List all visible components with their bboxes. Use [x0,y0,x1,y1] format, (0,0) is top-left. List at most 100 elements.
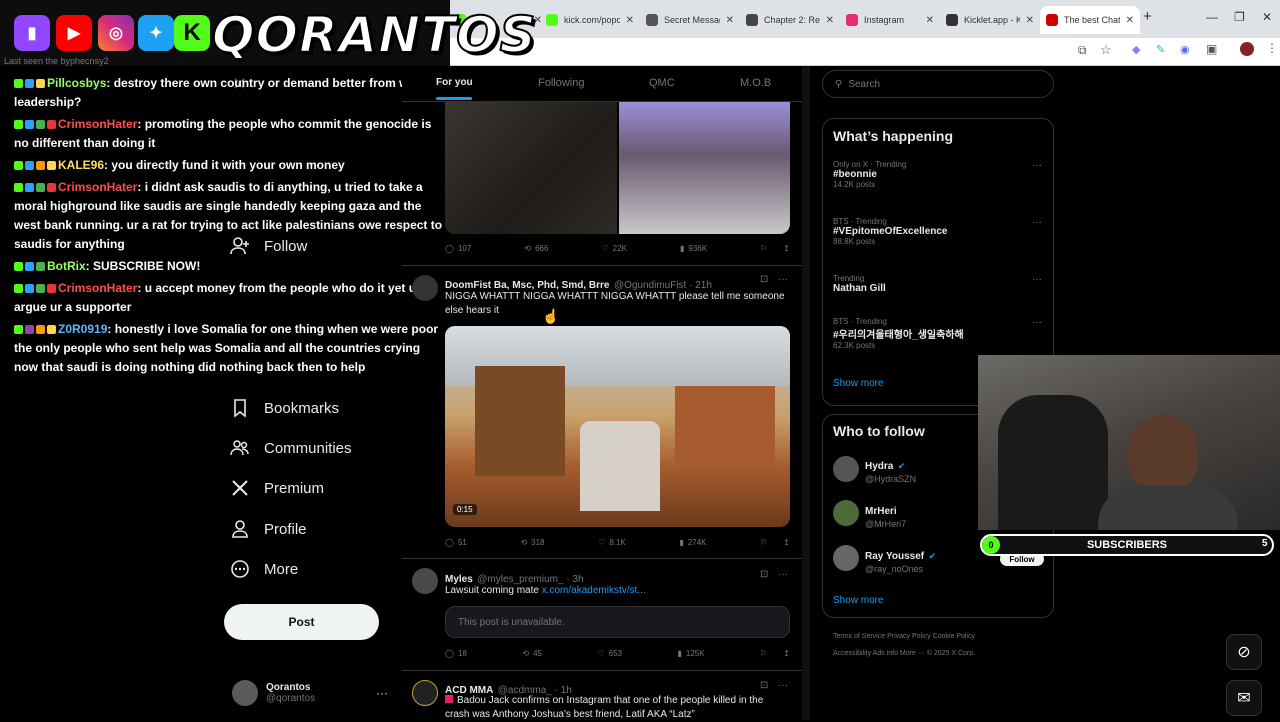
like-button[interactable]: ♡ 653 [597,649,622,658]
repost-button[interactable]: ⟲ 45 [522,649,542,658]
bookmark-button[interactable]: ⚐ ↥ [760,244,790,253]
post-button[interactable]: Post [224,604,379,640]
post-more-icon[interactable]: ··· [778,569,788,580]
post-image[interactable] [445,102,617,234]
browser-tab[interactable]: The best Chatt ✕ [1040,6,1140,34]
bookmark-button[interactable]: ⚐ ↥ [760,649,790,658]
show-more-link[interactable]: Show more [833,595,884,606]
trend-item[interactable]: Trending Nathan Gill [833,274,886,294]
nav-profile[interactable]: Profile [230,519,307,539]
tab-for-you[interactable]: For you [436,77,473,88]
nav-communities[interactable]: Communities [230,438,352,458]
avatar[interactable] [833,545,859,571]
avatar[interactable] [833,456,859,482]
views-button[interactable]: ▮ 936K [680,244,707,253]
avatar [232,680,258,706]
trend-more-icon[interactable]: ··· [1032,274,1042,285]
share-icon[interactable]: ↥ [783,538,790,547]
post-image[interactable] [619,102,790,234]
reply-button[interactable]: ◯ 51 [445,538,467,547]
extension-icon[interactable]: ◆ [1132,43,1140,56]
extension-icon[interactable]: ✎ [1156,43,1165,56]
views-button[interactable]: ▮ 125K [678,649,705,658]
tab-mob[interactable]: M.O.B [740,77,771,89]
messages-button[interactable]: ✉ [1226,680,1262,716]
post-text: NIGGA WHATTT NIGGA WHATTT NIGGA WHATTT p… [445,291,785,316]
menu-dots-icon[interactable]: ⋮ [1266,41,1278,55]
post-more-icon[interactable]: ··· [778,680,788,691]
account-more-icon[interactable]: ··· [376,686,388,700]
feed-scrollbar[interactable] [802,66,810,720]
tab-qmc[interactable]: QMC [649,77,675,89]
chat-message: Z0R0919: honestly i love Somalia for one… [14,322,439,374]
avatar[interactable] [412,275,438,301]
profile-avatar-icon[interactable] [1240,42,1254,56]
tab-favicon-icon [646,14,658,26]
footer-links[interactable]: Terms of Service Privacy Policy Cookie P… [833,633,975,640]
like-button[interactable]: ♡ 22K [602,244,627,253]
extensions-puzzle-icon[interactable]: ▣ [1206,42,1217,56]
grok-icon[interactable]: ⊡ [760,274,768,285]
avatar[interactable] [412,568,438,594]
nav-premium[interactable]: Premium [230,478,324,498]
reply-button[interactable]: ◯ 107 [445,244,471,253]
close-icon[interactable]: ✕ [626,15,634,26]
reply-button[interactable]: ◯ 18 [445,649,467,658]
share-icon[interactable]: ↥ [783,649,790,658]
browser-tab[interactable]: kick.com/popo ✕ [540,6,640,34]
avatar[interactable] [412,680,438,706]
heart-icon: ♡ [601,244,609,253]
close-window-icon[interactable]: ✕ [1262,10,1272,24]
bookmark-button[interactable]: ⚐ ↥ [760,538,790,547]
post-link[interactable]: x.com/akademikstv/st... [542,585,646,596]
browser-tab[interactable]: Secret Messag ✕ [640,6,740,34]
account-switcher[interactable]: Qorantos @qorantos [232,680,315,706]
repost-button[interactable]: ⟲ 666 [524,244,548,253]
browser-tab[interactable]: Kicklet.app - K ✕ [940,6,1040,34]
show-more-link[interactable]: Show more [833,378,884,389]
repost-button[interactable]: ⟲ 318 [520,538,544,547]
bookmark-icon: ⚐ [760,244,768,253]
close-icon[interactable]: ✕ [726,15,734,26]
trend-more-icon[interactable]: ··· [1032,217,1042,228]
instagram-icon: ◎ [98,15,134,51]
extension-icon[interactable]: ◉ [1180,43,1190,56]
nav-more[interactable]: More [230,559,298,579]
nav-bookmarks[interactable]: Bookmarks [230,398,339,418]
like-button[interactable]: ♡ 8.1K [598,538,626,547]
grok-icon[interactable]: ⊡ [760,569,768,580]
views-button[interactable]: ▮ 274K [679,538,706,547]
trend-item[interactable]: BTS · Trending #우리의겨울태형아_생일축하해 62.3K posts [833,317,964,350]
close-icon[interactable]: ✕ [1026,15,1034,26]
close-icon[interactable]: ✕ [1126,15,1134,26]
post-video[interactable]: 0:15 [445,326,790,527]
active-tab-indicator [436,97,472,100]
post-more-icon[interactable]: ··· [778,274,788,285]
close-icon[interactable]: ✕ [826,15,834,26]
install-icon[interactable]: ⧉ [1078,43,1087,58]
avatar[interactable] [833,500,859,526]
star-icon[interactable]: ☆ [1100,42,1112,58]
close-icon[interactable]: ✕ [926,15,934,26]
trend-more-icon[interactable]: ··· [1032,317,1042,328]
search-input[interactable]: ⚲ Search [822,70,1054,98]
grok-icon[interactable]: ⊡ [760,680,768,691]
follow-suggestion[interactable]: MrHeri @MrHeri7 [865,501,906,529]
x-premium-icon [232,480,248,496]
trend-item[interactable]: BTS · Trending #VEpitomeOfExcellence 88.8K… [833,217,948,246]
minimize-icon[interactable]: — [1206,10,1218,24]
follow-suggestion[interactable]: Ray Youssef ✔ @ray_noOnes [865,546,936,574]
tab-favicon-icon [746,14,758,26]
grok-button[interactable]: ⊘ [1226,634,1262,670]
trend-item[interactable]: Only on X · Trending #beonnie 14.2K posts [833,160,906,189]
footer-links[interactable]: Accessibility Ads info More ··· © 2025 X… [833,650,975,657]
share-icon[interactable]: ↥ [783,244,790,253]
browser-tab[interactable]: Instagram ✕ [840,6,940,34]
browser-tab[interactable]: Chapter 2: Res ✕ [740,6,840,34]
tab-following[interactable]: Following [538,77,584,89]
divider [402,670,802,671]
trend-more-icon[interactable]: ··· [1032,160,1042,171]
follow-suggestion[interactable]: Hydra ✔ @HydraSZN [865,456,916,484]
restore-icon[interactable]: ❐ [1234,10,1245,24]
new-tab-icon[interactable]: + [1143,8,1152,25]
